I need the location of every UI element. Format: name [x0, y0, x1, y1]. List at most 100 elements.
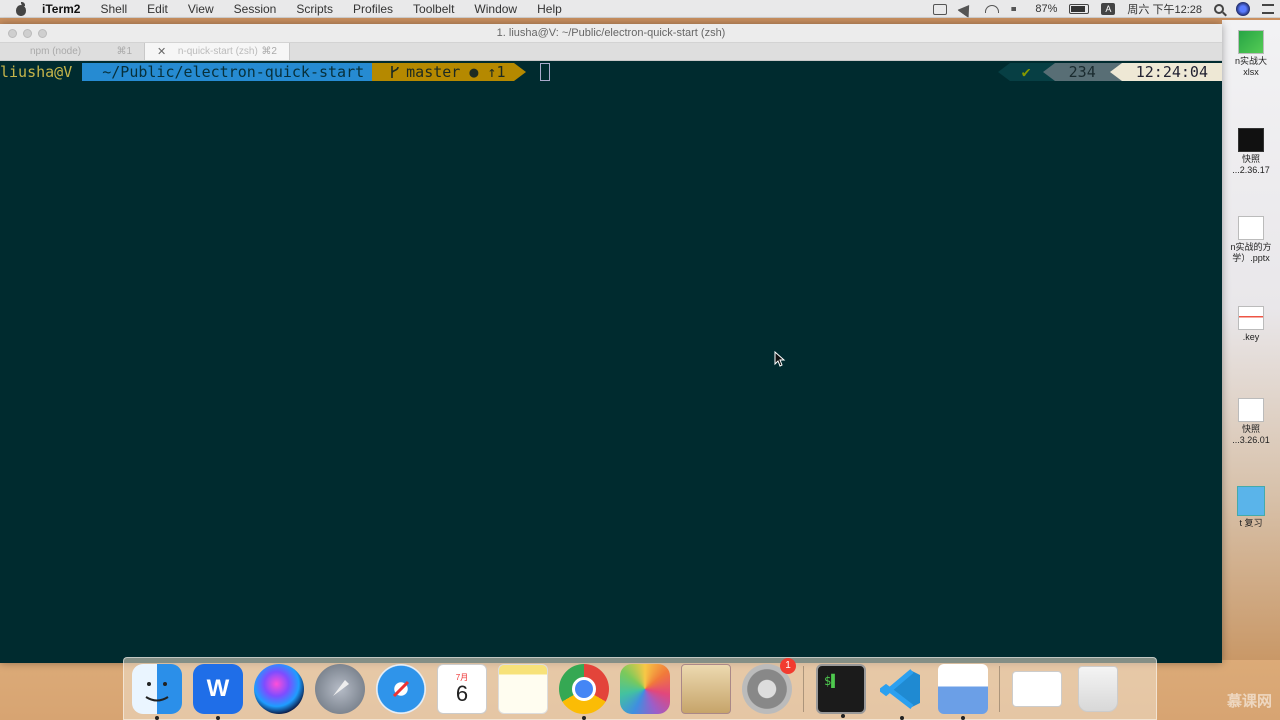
segment-separator	[1042, 63, 1055, 81]
status-menus: 87% A 周六 下午12:28	[933, 0, 1274, 18]
calendar-day: 6	[455, 681, 469, 706]
running-indicator	[155, 715, 159, 720]
desktop-file-xlsx[interactable]: n实战大 xlsx	[1224, 30, 1278, 78]
menu-session[interactable]: Session	[234, 2, 277, 16]
notification-badge: 1	[780, 657, 796, 674]
desktop-file-label: 快照 ...3.26.01	[1232, 424, 1270, 445]
window-controls	[8, 29, 47, 38]
screen-record-icon[interactable]	[933, 3, 948, 15]
window-title: 1. liusha@V: ~/Public/electron-quick-sta…	[496, 27, 726, 39]
prompt-git: master ● ↑1	[372, 63, 514, 81]
desktop-folder-review[interactable]: t 复习	[1224, 486, 1278, 529]
prompt-user-segment: liusha@V	[0, 63, 83, 81]
desktop-file-label: .key	[1242, 332, 1260, 342]
dock-iterm[interactable]: $▌	[816, 663, 866, 718]
git-branch-status: master ● ↑1	[406, 63, 506, 81]
dock-wps[interactable]: W	[193, 663, 243, 720]
desktop-file-label: n实战大 xlsx	[1234, 56, 1267, 77]
prompt-path: ~/Public/electron-quick-start	[82, 63, 373, 81]
close-window-button[interactable]	[8, 29, 17, 38]
segment-separator	[997, 63, 1010, 81]
segment-separator	[513, 63, 526, 81]
screenshot-thumbnail-icon	[1238, 398, 1264, 422]
menu-help[interactable]: Help	[537, 2, 562, 16]
finder-icon	[145, 681, 169, 701]
text-cursor	[539, 63, 550, 81]
wifi-icon[interactable]	[985, 5, 1000, 13]
running-indicator	[216, 715, 220, 720]
notification-center-icon[interactable]	[1262, 4, 1274, 14]
dock-calendar[interactable]: 7月 6	[437, 663, 487, 714]
location-arrow-icon[interactable]	[957, 0, 976, 18]
vscode-icon	[880, 668, 920, 709]
menu-shell[interactable]: Shell	[100, 2, 127, 16]
dock-siri[interactable]	[254, 663, 304, 714]
right-prompt: ✔ 234 12:24:04	[997, 63, 1222, 81]
prompt-git-segment: master ● ↑1	[372, 63, 514, 81]
battery-icon[interactable]	[1069, 4, 1090, 14]
siri-icon[interactable]	[1236, 2, 1250, 16]
dock-keynote[interactable]	[938, 663, 988, 720]
tab-label: n-quick-start (zsh)	[177, 46, 258, 57]
dock: W 7月 6 1 $▌	[123, 657, 1157, 720]
menu-edit[interactable]: Edit	[147, 2, 168, 16]
trash-icon	[1078, 665, 1118, 712]
desktop-file-label: n实战的方 学）.pptx	[1230, 242, 1272, 263]
dock-vscode[interactable]	[877, 664, 927, 720]
dock-documents-stack[interactable]	[1012, 664, 1062, 714]
window-titlebar[interactable]: 1. liusha@V: ~/Public/electron-quick-sta…	[0, 24, 1222, 43]
shell-prompt: liusha@V ~/Public/electron-quick-start m…	[0, 63, 550, 81]
battery-percent[interactable]: 87%	[1035, 3, 1057, 15]
desktop-file-pptx[interactable]: n实战的方 学）.pptx	[1224, 216, 1278, 264]
desktop-file-screenshot-2[interactable]: 快照 ...3.26.01	[1224, 398, 1278, 446]
volume-icon[interactable]	[1011, 4, 1021, 14]
tab-zsh[interactable]: ✕ n-quick-start (zsh) ⌘2	[145, 43, 290, 60]
screenshot-thumbnail-icon	[1238, 128, 1264, 152]
dock-system-preferences[interactable]: 1	[742, 657, 796, 714]
desktop-file-screenshot-1[interactable]: 快照 ...2.36.17	[1224, 128, 1278, 176]
running-indicator	[900, 715, 904, 720]
dock-finder[interactable]	[132, 663, 182, 720]
documents-icon	[1012, 670, 1062, 707]
dock-trash[interactable]	[1073, 664, 1123, 714]
menu-app-name[interactable]: iTerm2	[42, 2, 80, 16]
prompt-path-segment: ~/Public/electron-quick-start	[82, 63, 373, 81]
dock-launchpad[interactable]	[315, 663, 365, 714]
menu-window[interactable]: Window	[474, 2, 517, 16]
tab-npm[interactable]: npm (node) ⌘1	[0, 43, 145, 60]
prompt-time: 12:24:04	[1121, 63, 1222, 81]
input-method-icon[interactable]: A	[1101, 3, 1116, 15]
minimize-window-button[interactable]	[23, 29, 32, 38]
dock-chrome[interactable]	[559, 663, 609, 720]
presentation-icon	[1238, 216, 1264, 240]
terminal-icon: $▌	[824, 673, 839, 688]
branch-icon	[391, 66, 399, 78]
dock-notes[interactable]	[498, 663, 548, 714]
keynote-file-icon	[1238, 306, 1264, 330]
spotlight-search-icon[interactable]	[1214, 4, 1224, 14]
dock-preview[interactable]	[681, 663, 731, 714]
tab-label: npm (node)	[30, 46, 82, 57]
desktop-file-label: 快照 ...2.36.17	[1232, 154, 1270, 175]
menu-clock[interactable]: 周六 下午12:28	[1127, 1, 1202, 17]
rocket-icon	[333, 679, 349, 696]
desktop-file-label: t 复习	[1239, 518, 1263, 528]
wps-icon: W	[206, 674, 230, 702]
dock-photos[interactable]	[620, 663, 670, 714]
desktop-file-key[interactable]: .key	[1224, 306, 1278, 343]
terminal-content[interactable]: liusha@V ~/Public/electron-quick-start m…	[0, 61, 1222, 661]
spreadsheet-icon	[1238, 30, 1264, 54]
compass-icon	[392, 680, 410, 697]
dock-safari[interactable]	[376, 663, 426, 714]
exit-status: ✔	[1009, 63, 1043, 81]
apple-icon[interactable]	[14, 1, 30, 16]
folder-icon	[1237, 486, 1265, 516]
zoom-window-button[interactable]	[38, 29, 47, 38]
tab-shortcut: ⌘2	[261, 46, 277, 57]
close-tab-icon[interactable]: ✕	[157, 45, 166, 58]
menu-profiles[interactable]: Profiles	[353, 2, 393, 16]
tab-shortcut: ⌘1	[116, 46, 132, 57]
menu-scripts[interactable]: Scripts	[296, 2, 333, 16]
menu-toolbelt[interactable]: Toolbelt	[413, 2, 454, 16]
menu-view[interactable]: View	[188, 2, 214, 16]
